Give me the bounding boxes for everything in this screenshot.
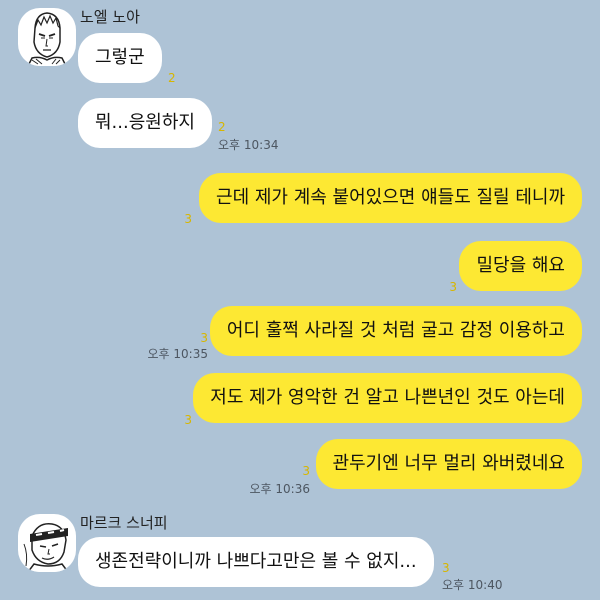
sender-name: 마르크 스너피 bbox=[80, 514, 168, 532]
message-bubble[interactable]: 저도 제가 영악한 건 알고 나쁜년인 것도 아는데 bbox=[193, 373, 582, 423]
unread-count: 3 bbox=[442, 561, 450, 575]
message-bubble[interactable]: 그렇군 bbox=[78, 33, 162, 83]
message-bubble[interactable]: 근데 제가 계속 붙어있으면 얘들도 질릴 테니까 bbox=[199, 173, 582, 223]
timestamp: 오후 10:35 bbox=[147, 347, 208, 361]
avatar-noel-noah-icon bbox=[27, 12, 67, 66]
sender-name: 노엘 노아 bbox=[80, 8, 140, 26]
unread-count: 3 bbox=[200, 331, 208, 345]
unread-count: 3 bbox=[449, 280, 457, 294]
timestamp: 오후 10:34 bbox=[218, 138, 279, 152]
avatar-noel-noah[interactable] bbox=[18, 8, 76, 66]
unread-count: 3 bbox=[184, 413, 192, 427]
avatar-mark-snuffy-icon bbox=[23, 523, 69, 572]
unread-count: 3 bbox=[302, 464, 310, 478]
message-bubble[interactable]: 밀당을 해요 bbox=[459, 241, 582, 291]
unread-count: 2 bbox=[218, 120, 226, 134]
timestamp: 오후 10:40 bbox=[442, 578, 503, 592]
message-bubble[interactable]: 어디 훌쩍 사라질 것 처럼 굴고 감정 이용하고 bbox=[209, 306, 582, 356]
message-bubble[interactable]: 관두기엔 너무 멀리 와버렸네요 bbox=[315, 439, 582, 489]
avatar-mark-snuffy[interactable] bbox=[18, 514, 76, 572]
timestamp: 오후 10:36 bbox=[249, 482, 310, 496]
unread-count: 2 bbox=[168, 71, 176, 85]
message-bubble[interactable]: 뭐...응원하지 bbox=[78, 98, 212, 148]
unread-count: 3 bbox=[184, 212, 192, 226]
message-bubble[interactable]: 생존전략이니까 나쁘다고만은 볼 수 없지... bbox=[78, 537, 434, 587]
